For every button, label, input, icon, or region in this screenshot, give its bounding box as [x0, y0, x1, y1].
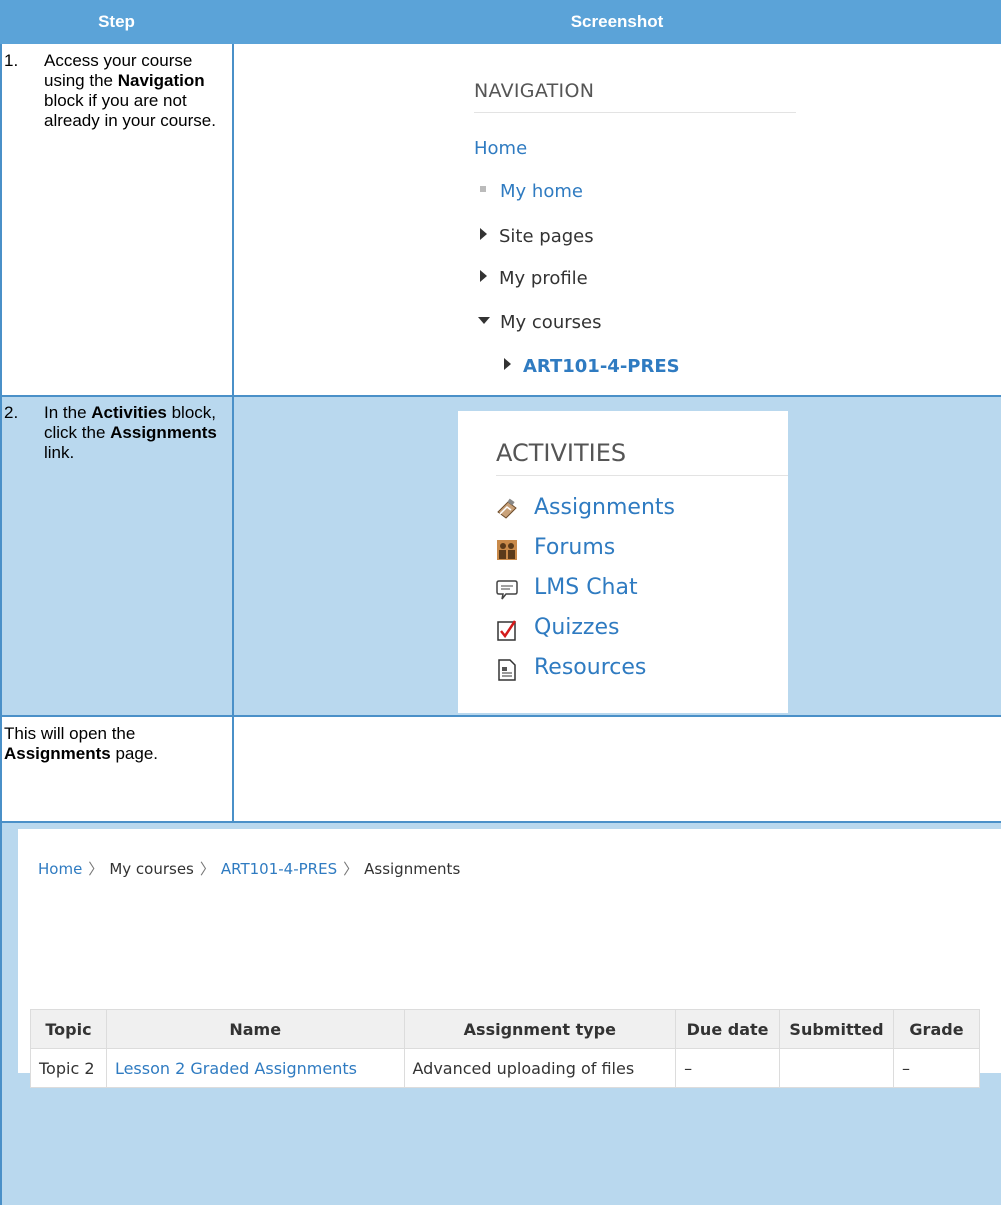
- nav-label: ART101-4-PRES: [523, 356, 680, 377]
- activity-label: Forums: [534, 535, 616, 560]
- breadcrumb-course[interactable]: ART101-4-PRES: [221, 860, 337, 878]
- column-divider: [232, 44, 234, 822]
- bold-text: Activities: [91, 403, 167, 422]
- assignments-table: Topic Name Assignment type Due date Subm…: [30, 1009, 981, 1088]
- activity-label: Assignments: [534, 495, 675, 520]
- activity-label: Quizzes: [534, 615, 620, 640]
- breadcrumb-separator: 〉: [343, 860, 359, 878]
- bold-text: Assignments: [4, 744, 111, 763]
- text: This will open the: [4, 724, 136, 743]
- nav-label: Site pages: [499, 226, 594, 247]
- nav-course-link[interactable]: ART101-4-PRES: [504, 356, 680, 377]
- breadcrumb-home[interactable]: Home: [38, 860, 82, 878]
- bold-text: Assignments: [110, 423, 217, 442]
- row-divider-1: [0, 395, 1001, 397]
- column-header-submitted[interactable]: Submitted: [779, 1009, 894, 1049]
- bold-text: Navigation: [117, 71, 205, 90]
- step-1-text: Access your course using the Navigation …: [44, 51, 230, 131]
- left-border: [0, 44, 2, 1205]
- quiz-icon: [497, 620, 517, 641]
- table-row: Topic 2 Lesson 2 Graded Assignments Adva…: [30, 1048, 981, 1088]
- nav-my-home[interactable]: My home: [480, 181, 583, 202]
- assignment-icon: [497, 498, 517, 519]
- cell-topic: Topic 2: [30, 1048, 107, 1088]
- cell-grade: –: [892, 1048, 981, 1088]
- nav-site-pages[interactable]: Site pages: [480, 226, 594, 247]
- breadcrumb-separator: 〉: [199, 860, 215, 878]
- column-header-due-date[interactable]: Due date: [675, 1009, 780, 1049]
- nav-my-profile[interactable]: My profile: [480, 268, 588, 289]
- forum-icon: [497, 540, 517, 560]
- resource-icon: [498, 659, 516, 681]
- navigation-block: NAVIGATION Home My home Site pages My pr…: [474, 80, 804, 377]
- nav-label: My home: [500, 181, 583, 202]
- column-header-grade[interactable]: Grade: [892, 1009, 981, 1049]
- column-header-topic[interactable]: Topic: [30, 1009, 107, 1049]
- expand-arrow-icon: [504, 358, 511, 370]
- breadcrumb-my-courses[interactable]: My courses: [109, 860, 194, 878]
- table-header: Step Screenshot: [0, 0, 1001, 44]
- expand-arrow-icon: [480, 270, 487, 282]
- cell-due-date: –: [675, 1048, 780, 1088]
- table-header-row: Topic Name Assignment type Due date Subm…: [30, 1009, 981, 1049]
- column-header-name[interactable]: Name: [105, 1009, 405, 1049]
- navigation-title: NAVIGATION: [474, 80, 796, 113]
- breadcrumb: Home 〉 My courses 〉 ART101-4-PRES 〉 Assignment…: [38, 858, 460, 879]
- cell-submitted: [779, 1048, 894, 1088]
- activities-block: ACTIVITIES Assignments Forums LMS Chat Q…: [458, 411, 788, 713]
- breadcrumb-separator: 〉: [88, 860, 104, 878]
- activity-label: LMS Chat: [534, 575, 638, 600]
- chat-icon: [496, 580, 518, 600]
- row-divider-2: [0, 715, 1001, 717]
- step-header: Step: [98, 12, 135, 31]
- expand-arrow-icon: [480, 228, 487, 240]
- nav-home-link[interactable]: Home: [474, 138, 527, 159]
- step-number: 1.: [4, 51, 19, 70]
- instruction-table: Step Screenshot 1. Access your course us…: [0, 0, 1001, 1205]
- bullet-icon: [480, 186, 486, 192]
- text: block if you are not already in your cou…: [44, 91, 216, 130]
- nav-my-courses[interactable]: My courses: [478, 312, 601, 333]
- text: page.: [110, 744, 159, 763]
- screenshot-header: Screenshot: [570, 12, 664, 31]
- assignment-name-link[interactable]: Lesson 2 Graded Assignments: [105, 1048, 405, 1088]
- collapse-arrow-icon: [478, 316, 490, 324]
- nav-label: My profile: [499, 268, 588, 289]
- breadcrumb-current: Assignments: [364, 860, 461, 878]
- column-header-type[interactable]: Assignment type: [403, 1009, 677, 1049]
- activity-label: Resources: [534, 655, 647, 680]
- nav-label: My courses: [500, 312, 602, 333]
- text: link.: [44, 443, 75, 462]
- text: In the: [44, 403, 92, 422]
- step-number: 2.: [4, 403, 19, 422]
- cell-type: Advanced uploading of files: [403, 1048, 677, 1088]
- activities-title: ACTIVITIES: [496, 439, 788, 476]
- row-divider-3: [0, 821, 1001, 823]
- step-2-text: In the Activities block, click the Assig…: [44, 403, 230, 463]
- step-3-text: This will open the Assignments page.: [4, 724, 230, 764]
